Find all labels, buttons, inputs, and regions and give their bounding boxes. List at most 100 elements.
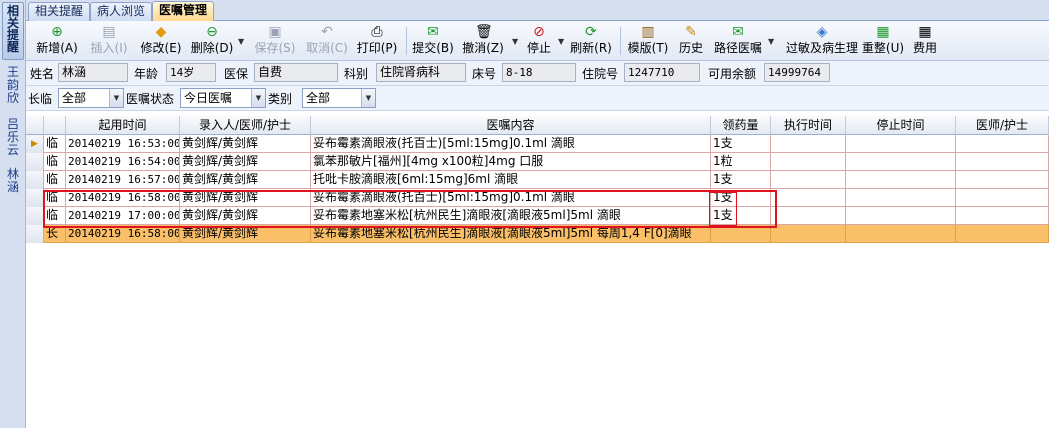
cell-quantity: 1支 xyxy=(711,171,771,189)
highlight-box xyxy=(43,190,777,228)
stop-icon: ⊘ xyxy=(533,24,545,40)
insert-icon: ▤ xyxy=(102,24,116,40)
revoke-button[interactable]: 🗑 撤消(Z) xyxy=(460,23,506,59)
sidebar-tab-reminders[interactable]: 相关提醒 xyxy=(2,2,24,60)
insurance-label: 医保 xyxy=(224,67,249,81)
submit-icon: ✉ xyxy=(427,24,439,40)
order-grid: 起用时间 录入人/医师/护士 医嘱内容 领药量 执行时间 停止时间 医师/护士 … xyxy=(26,116,1049,428)
history-icon: ✎ xyxy=(685,24,697,40)
print-button[interactable]: ⎙ 打印(P) xyxy=(354,23,400,59)
stop-dropdown-icon[interactable]: ▼ xyxy=(558,37,564,46)
cell-stop-time xyxy=(846,189,956,207)
history-button[interactable]: ✎ 历史 xyxy=(676,23,706,59)
longtemp-select[interactable]: 全部 ▼ xyxy=(58,88,124,108)
toolbar-separator xyxy=(620,27,621,55)
grid-header: 起用时间 录入人/医师/护士 医嘱内容 领药量 执行时间 停止时间 医师/护士 xyxy=(26,116,1049,135)
category-select[interactable]: 全部 ▼ xyxy=(302,88,376,108)
filter-bar: 长临 全部 ▼ 医嘱状态 今日医嘱 ▼ 类别 全部 ▼ xyxy=(26,86,1049,111)
revoke-dropdown-icon[interactable]: ▼ xyxy=(512,37,518,46)
toolbar-separator xyxy=(406,27,407,55)
template-button[interactable]: ▥ 模版(T) xyxy=(624,23,672,59)
cell-doctor-nurse xyxy=(956,171,1049,189)
col-type[interactable] xyxy=(44,116,66,135)
submit-button[interactable]: ✉ 提交(B) xyxy=(410,23,456,59)
add-icon: ⊕ xyxy=(51,24,63,40)
insert-button[interactable]: ▤ 插入(I) xyxy=(86,23,132,59)
cell-doctor-nurse xyxy=(956,135,1049,153)
cell-type: 临 xyxy=(44,135,66,153)
inpatient-field: 1247710 xyxy=(624,63,700,82)
reorganize-button[interactable]: ▦ 重整(U) xyxy=(860,23,906,59)
tab-reminders[interactable]: 相关提醒 xyxy=(28,2,91,21)
sidebar-patient-3[interactable]: 林涵 xyxy=(5,168,21,194)
name-label: 姓名 xyxy=(30,67,55,81)
row-header[interactable] xyxy=(26,225,44,243)
cell-entered-by: 黄剑辉/黄剑辉 xyxy=(180,135,311,153)
category-label: 类别 xyxy=(268,92,293,106)
path-order-button[interactable]: ✉ 路径医嘱 xyxy=(710,23,766,59)
delete-icon: ⊖ xyxy=(206,24,218,40)
col-quantity[interactable]: 领药量 xyxy=(711,116,771,135)
sidebar-patient-1[interactable]: 王韵欣 xyxy=(5,66,21,105)
reorganize-icon: ▦ xyxy=(876,24,890,40)
cell-exec-time xyxy=(771,153,846,171)
table-row[interactable]: 临 20140219 16:57:00 黄剑辉/黄剑辉 托吡卡胺滴眼液[6ml:15m… xyxy=(26,171,1049,189)
col-stop-time[interactable]: 停止时间 xyxy=(846,116,956,135)
refresh-icon: ⟳ xyxy=(585,24,597,40)
col-start-time[interactable]: 起用时间 xyxy=(66,116,180,135)
table-row[interactable]: 临 20140219 16:54:00 黄剑辉/黄剑辉 氯苯那敏片[福州][4mg x… xyxy=(26,153,1049,171)
undo-icon: ↶ xyxy=(321,24,333,40)
add-button[interactable]: ⊕ 新增(A) xyxy=(34,23,80,59)
row-header[interactable] xyxy=(26,189,44,207)
cell-stop-time xyxy=(846,225,956,243)
cell-quantity: 1粒 xyxy=(711,153,771,171)
cancel-button[interactable]: ↶ 取消(C) xyxy=(304,23,350,59)
edit-icon: ◆ xyxy=(155,24,167,40)
cell-doctor-nurse xyxy=(956,153,1049,171)
refresh-button[interactable]: ⟳ 刷新(R) xyxy=(568,23,614,59)
sidebar-patient-2[interactable]: 吕乐云 xyxy=(5,118,21,157)
col-doctor-nurse[interactable]: 医师/护士 xyxy=(956,116,1049,135)
age-field: 14岁 xyxy=(166,63,216,82)
row-header[interactable] xyxy=(26,153,44,171)
quantity-highlight-box xyxy=(709,192,737,226)
balance-field: 14999764 xyxy=(764,63,830,82)
table-row[interactable]: ▶ 临 20140219 16:53:00 黄剑辉/黄剑辉 妥布霉素滴眼液(托百士)[5… xyxy=(26,135,1049,153)
chevron-down-icon[interactable]: ▼ xyxy=(109,89,123,107)
cell-entered-by: 黄剑辉/黄剑辉 xyxy=(180,171,311,189)
row-header[interactable] xyxy=(26,171,44,189)
cell-stop-time xyxy=(846,207,956,225)
col-exec-time[interactable]: 执行时间 xyxy=(771,116,846,135)
chevron-down-icon[interactable]: ▼ xyxy=(361,89,375,107)
delete-button[interactable]: ⊖ 删除(D) xyxy=(188,23,236,59)
edit-button[interactable]: ◆ 修改(E) xyxy=(138,23,184,59)
save-button[interactable]: ▣ 保存(S) xyxy=(252,23,298,59)
delete-dropdown-icon[interactable]: ▼ xyxy=(238,37,244,46)
col-content[interactable]: 医嘱内容 xyxy=(311,116,711,135)
cost-button[interactable]: ▦ 费用 xyxy=(910,23,940,59)
status-label: 医嘱状态 xyxy=(126,92,175,106)
current-row-indicator-icon[interactable]: ▶ xyxy=(26,135,44,153)
chevron-down-icon[interactable]: ▼ xyxy=(251,89,265,107)
allergy-button[interactable]: ◈ 过敏及病生理 xyxy=(780,23,864,59)
status-select[interactable]: 今日医嘱 ▼ xyxy=(180,88,266,108)
cell-content: 托吡卡胺滴眼液[6ml:15mg]6ml 滴眼 xyxy=(311,171,711,189)
tab-order-management[interactable]: 医嘱管理 xyxy=(152,1,215,22)
stop-button[interactable]: ⊘ 停止 xyxy=(524,23,554,59)
tab-bar: 相关提醒 病人浏览 医嘱管理 xyxy=(26,0,1049,22)
cell-start-time: 20140219 16:53:00 xyxy=(66,135,180,153)
trash-icon: 🗑 xyxy=(475,24,493,40)
bed-label: 床号 xyxy=(472,67,497,81)
col-entered-by[interactable]: 录入人/医师/护士 xyxy=(180,116,311,135)
dept-label: 科别 xyxy=(344,67,369,81)
cell-stop-time xyxy=(846,153,956,171)
row-header[interactable] xyxy=(26,207,44,225)
cell-exec-time xyxy=(771,135,846,153)
print-icon: ⎙ xyxy=(371,24,383,40)
tab-patient-browse[interactable]: 病人浏览 xyxy=(90,2,153,21)
dept-field: 住院肾病科 xyxy=(376,63,466,82)
toolbar: ⊕ 新增(A) ▤ 插入(I) ◆ 修改(E) ⊖ 删除(D) ▼ ▣ 保存(S… xyxy=(26,21,1049,61)
path-order-dropdown-icon[interactable]: ▼ xyxy=(768,37,774,46)
cell-start-time: 20140219 16:54:00 xyxy=(66,153,180,171)
cell-exec-time xyxy=(771,225,846,243)
